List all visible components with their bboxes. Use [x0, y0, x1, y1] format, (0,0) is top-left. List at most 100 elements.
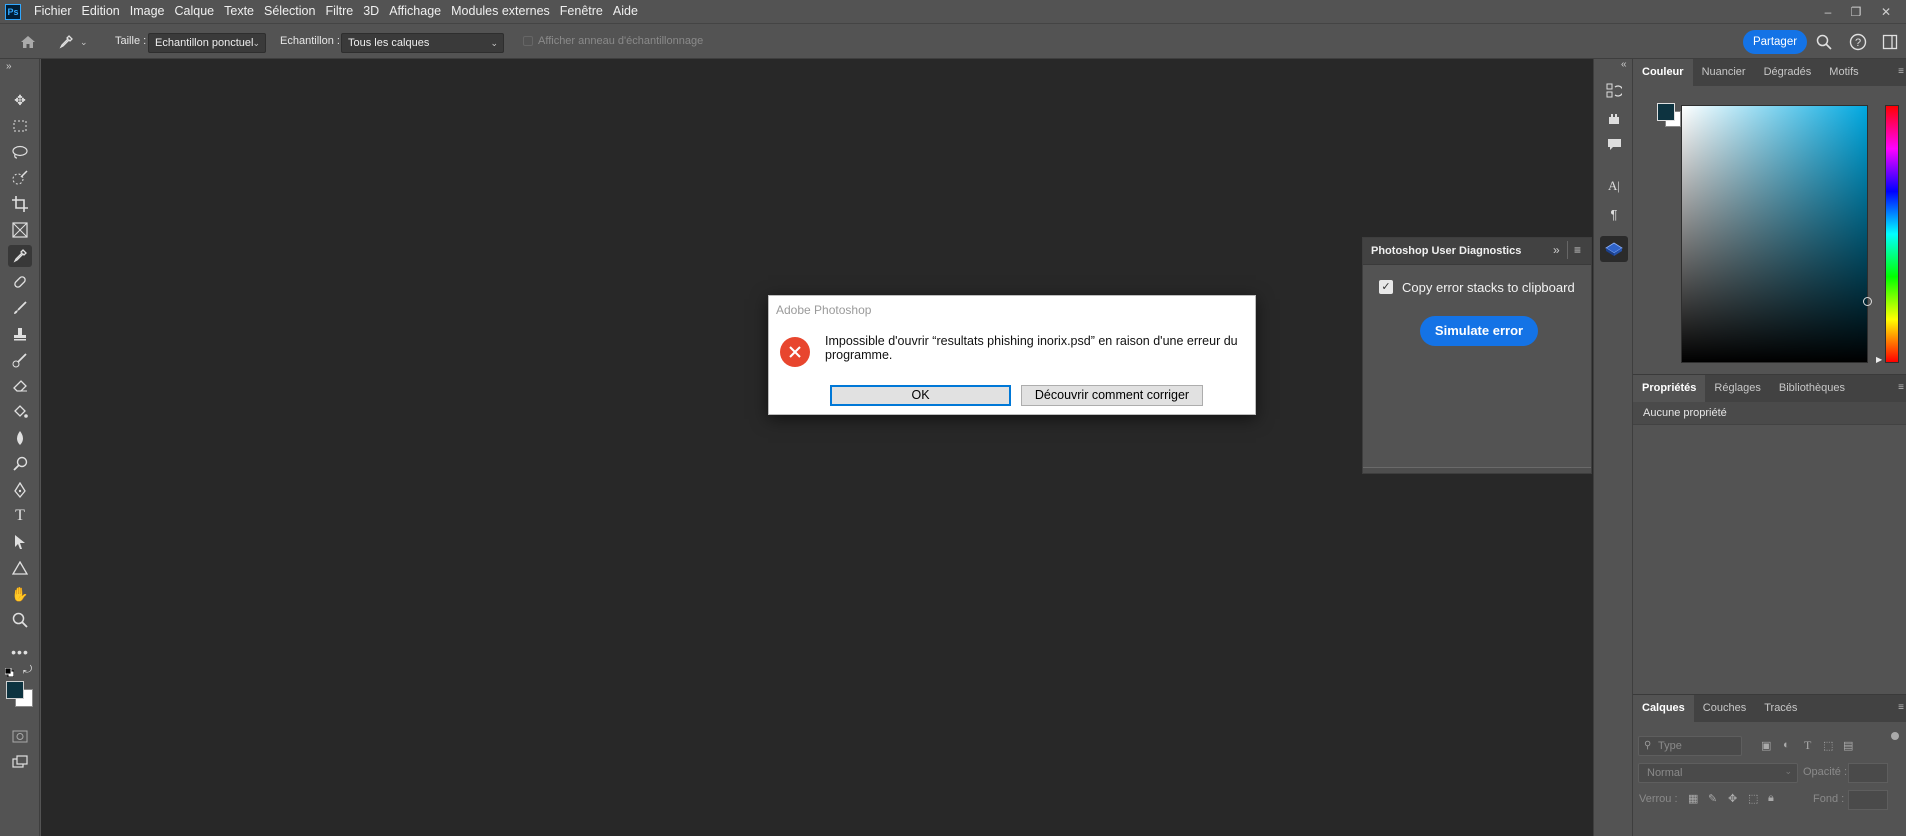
lasso-tool-icon[interactable] [8, 141, 32, 163]
share-button[interactable]: Partager [1743, 30, 1807, 54]
filter-shape-icon[interactable]: ⬚ [1823, 739, 1833, 752]
menu-edition[interactable]: Edition [77, 0, 125, 23]
filter-pixel-icon[interactable]: ▣ [1761, 739, 1771, 752]
color-field[interactable] [1681, 105, 1872, 363]
color-field-picker[interactable] [1863, 297, 1872, 306]
menu-modules-externes[interactable]: Modules externes [446, 0, 555, 23]
simulate-error-button[interactable]: Simulate error [1420, 316, 1538, 346]
opacity-field[interactable] [1848, 763, 1888, 783]
panel-menu-icon[interactable]: ≡ [1574, 243, 1581, 257]
foreground-color-swatch[interactable] [6, 681, 24, 699]
menu-affichage[interactable]: Affichage [384, 0, 446, 23]
sampling-ring-checkbox[interactable] [523, 36, 533, 46]
crop-tool-icon[interactable] [8, 193, 32, 215]
menu-fenetre[interactable]: Fenêtre [555, 0, 608, 23]
marquee-tool-icon[interactable] [8, 115, 32, 137]
tab-motifs[interactable]: Motifs [1820, 59, 1867, 86]
eyedropper-tool-icon[interactable] [8, 245, 32, 267]
panel-resize-handle[interactable] [1363, 467, 1591, 473]
swap-colors-icon[interactable]: ⤾ [23, 664, 32, 677]
path-selection-tool-icon[interactable] [8, 531, 32, 553]
fill-field[interactable] [1848, 790, 1888, 810]
color-panel-foreground-swatch[interactable] [1657, 103, 1675, 121]
menu-fichier[interactable]: Fichier [29, 0, 77, 23]
home-icon[interactable] [17, 33, 39, 51]
brush-tool-icon[interactable] [8, 297, 32, 319]
lock-all-icon[interactable]: 🔒︎ [1768, 792, 1774, 805]
tab-reglages[interactable]: Réglages [1705, 375, 1769, 402]
comments-panel-icon[interactable] [1604, 135, 1624, 155]
menu-image[interactable]: Image [125, 0, 170, 23]
hue-slider-handle[interactable]: ▶ [1876, 355, 1882, 364]
tab-proprietes[interactable]: Propriétés [1633, 375, 1706, 402]
paint-bucket-tool-icon[interactable] [8, 401, 32, 423]
filter-adjustment-icon[interactable]: ◐ [1783, 739, 1790, 751]
pen-tool-icon[interactable] [8, 479, 32, 501]
diagnostics-panel-header[interactable]: Photoshop User Diagnostics » ≡ [1363, 238, 1591, 265]
collapse-dock-icon[interactable]: « [1621, 59, 1627, 70]
healing-brush-tool-icon[interactable] [8, 271, 32, 293]
zoom-tool-icon[interactable] [8, 609, 32, 631]
sample-select[interactable]: Tous les calques ⌄ [341, 33, 504, 53]
copy-stacks-checkbox[interactable]: ✓ [1379, 280, 1393, 294]
lock-artboard-icon[interactable]: ⬚ [1748, 792, 1758, 805]
screen-mode-icon[interactable] [8, 751, 32, 773]
dodge-tool-icon[interactable] [8, 453, 32, 475]
quick-selection-tool-icon[interactable] [8, 167, 32, 189]
close-window-button[interactable]: ✕ [1873, 0, 1899, 23]
panel-menu-icon[interactable]: ≡ [1898, 66, 1904, 77]
hue-slider[interactable] [1885, 105, 1899, 363]
more-tools-icon[interactable]: ••• [8, 641, 32, 663]
filter-toggle-icon[interactable] [1891, 732, 1899, 740]
menu-texte[interactable]: Texte [219, 0, 259, 23]
tab-couleur[interactable]: Couleur [1633, 59, 1693, 86]
layer-filter-select[interactable]: ⚲ Type [1638, 736, 1742, 756]
minimize-button[interactable]: – [1815, 0, 1841, 23]
tab-couches[interactable]: Couches [1694, 695, 1755, 722]
clone-stamp-tool-icon[interactable] [8, 323, 32, 345]
history-panel-icon[interactable] [1604, 81, 1624, 101]
document-canvas[interactable] [41, 59, 1593, 836]
workspace-icon[interactable] [1882, 34, 1898, 50]
filter-type-icon[interactable]: T [1804, 738, 1811, 753]
hand-tool-icon[interactable]: ✋ [8, 583, 32, 605]
paragraph-panel-icon[interactable]: ¶ [1604, 204, 1624, 224]
filter-smart-object-icon[interactable]: ▤ [1843, 739, 1853, 752]
history-brush-tool-icon[interactable] [8, 349, 32, 371]
menu-filtre[interactable]: Filtre [320, 0, 358, 23]
tab-traces[interactable]: Tracés [1755, 695, 1806, 722]
diagnostics-panel-icon[interactable] [1600, 236, 1628, 262]
menu-aide[interactable]: Aide [608, 0, 643, 23]
tab-calques[interactable]: Calques [1633, 695, 1694, 722]
ok-button[interactable]: OK [830, 385, 1011, 406]
lock-position-icon[interactable]: ✥ [1728, 792, 1737, 805]
lock-transparent-icon[interactable]: ▦ [1688, 792, 1698, 805]
tab-nuancier[interactable]: Nuancier [1693, 59, 1755, 86]
plugins-panel-icon[interactable] [1604, 109, 1624, 129]
blur-tool-icon[interactable] [8, 427, 32, 449]
collapse-panel-icon[interactable]: » [1553, 243, 1560, 257]
type-tool-icon[interactable]: T [8, 505, 32, 527]
eraser-tool-icon[interactable] [8, 375, 32, 397]
character-panel-icon[interactable]: A| [1604, 176, 1624, 196]
help-icon[interactable]: ? [1849, 33, 1867, 51]
panel-menu-icon[interactable]: ≡ [1898, 382, 1904, 393]
blend-mode-select[interactable]: Normal ⌄ [1638, 763, 1798, 783]
restore-button[interactable]: ❐ [1843, 0, 1869, 23]
move-tool-icon[interactable]: ✥ [8, 89, 32, 111]
panel-menu-icon[interactable]: ≡ [1898, 702, 1904, 713]
tab-bibliotheques[interactable]: Bibliothèques [1770, 375, 1854, 402]
frame-tool-icon[interactable] [8, 219, 32, 241]
search-icon[interactable] [1816, 34, 1832, 50]
eyedropper-preset-picker[interactable]: ⌄ [58, 33, 94, 51]
tab-degrades[interactable]: Dégradés [1755, 59, 1821, 86]
menu-3d[interactable]: 3D [358, 0, 384, 23]
lock-image-icon[interactable]: ✎ [1708, 792, 1717, 805]
size-select[interactable]: Echantillon ponctuel ⌄ [148, 33, 266, 53]
default-colors-icon[interactable] [4, 666, 15, 678]
quick-mask-icon[interactable] [8, 725, 32, 747]
menu-calque[interactable]: Calque [170, 0, 220, 23]
menu-selection[interactable]: Sélection [259, 0, 320, 23]
shape-tool-icon[interactable] [8, 557, 32, 579]
learn-fix-button[interactable]: Découvrir comment corriger [1021, 385, 1203, 406]
